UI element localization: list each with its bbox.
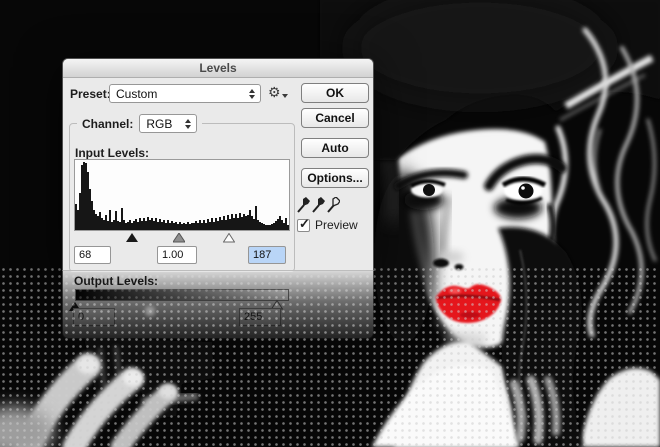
input-gamma-field[interactable] <box>157 246 197 264</box>
histogram-bars <box>75 160 289 230</box>
gear-icon: ⚙ <box>268 84 281 100</box>
preset-dropdown[interactable]: Custom <box>109 84 261 103</box>
caret-down-icon <box>282 94 288 98</box>
preview-label: Preview <box>315 218 358 232</box>
cancel-button[interactable]: Cancel <box>301 108 369 128</box>
checkmark-icon: ✓ <box>299 216 310 232</box>
white-point-slider[interactable] <box>223 233 235 243</box>
preview-checkbox[interactable]: ✓ <box>297 219 310 232</box>
output-levels-section: Output Levels: <box>62 271 374 339</box>
white-eyedropper-icon[interactable] <box>327 197 340 213</box>
dialog-titlebar[interactable]: Levels <box>63 59 373 78</box>
black-point-slider[interactable] <box>126 233 138 243</box>
black-eyedropper-icon[interactable] <box>297 197 310 213</box>
auto-button[interactable]: Auto <box>301 138 369 158</box>
histogram <box>74 159 290 231</box>
levels-dialog: Levels Preset: Custom ⚙ OK Cancel Auto O… <box>62 58 374 339</box>
gamma-slider[interactable] <box>173 233 185 243</box>
output-levels-label: Output Levels: <box>74 274 158 288</box>
output-gradient-bar <box>75 289 289 301</box>
gray-eyedropper-icon[interactable] <box>312 197 325 213</box>
input-white-field[interactable] <box>248 246 286 264</box>
input-levels-label: Input Levels: <box>75 146 149 160</box>
stepper-arrows-icon <box>245 89 258 99</box>
output-white-field[interactable] <box>239 308 281 326</box>
channel-dropdown[interactable]: RGB <box>139 114 197 133</box>
preset-value: Custom <box>116 87 245 101</box>
dialog-title: Levels <box>199 61 236 75</box>
levels-dialog-body: Levels Preset: Custom ⚙ OK Cancel Auto O… <box>62 58 374 271</box>
stepper-arrows-icon <box>181 119 194 129</box>
options-button[interactable]: Options... <box>301 168 369 188</box>
preset-options-menu-button[interactable]: ⚙ <box>268 84 288 100</box>
input-black-field[interactable] <box>74 246 111 264</box>
channel-row: Channel: RGB <box>77 114 202 133</box>
channel-value: RGB <box>146 117 181 131</box>
photoshop-canvas: Levels Preset: Custom ⚙ OK Cancel Auto O… <box>0 0 660 447</box>
ok-button[interactable]: OK <box>301 83 369 103</box>
channel-label: Channel: <box>82 117 133 131</box>
preview-row: ✓ Preview <box>297 218 358 232</box>
preset-label: Preset: <box>70 87 111 101</box>
output-black-field[interactable] <box>73 308 115 326</box>
